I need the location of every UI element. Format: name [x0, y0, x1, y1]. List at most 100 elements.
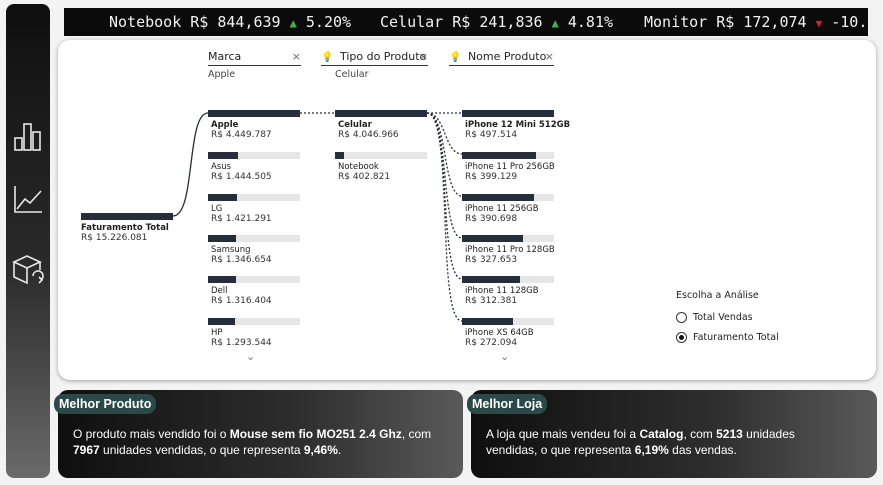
node-value: R$ 312.381 [465, 296, 518, 306]
best-store-card: Melhor Loja A loja que mais vendeu foi a… [467, 390, 877, 478]
tree-node-brand[interactable]: Samsung R$ 1.346.654 [208, 235, 300, 266]
bar-chart-icon[interactable] [11, 119, 45, 153]
package-return-icon[interactable] [11, 252, 45, 286]
level-title[interactable]: 💡 Nome Produto × [449, 50, 554, 66]
node-value: R$ 399.129 [465, 172, 518, 182]
level-header-marca: Marca × Apple [208, 50, 301, 80]
node-bar-fill [462, 235, 523, 242]
connector-dotted [426, 112, 463, 322]
expand-more-icon[interactable]: ⌄ [500, 350, 509, 363]
tree-node-brand[interactable]: Dell R$ 1.316.404 [208, 276, 300, 307]
node-label: Faturamento Total [81, 223, 169, 233]
node-label: Notebook [338, 162, 379, 172]
level-header-nome: 💡 Nome Produto × [449, 50, 554, 66]
ticker-change: 4.81% [567, 13, 614, 31]
node-bar-fill [208, 152, 239, 159]
level-title[interactable]: 💡 Tipo do Produto × [321, 50, 428, 66]
node-bar [462, 276, 554, 283]
level-title[interactable]: Marca × [208, 50, 301, 66]
node-label: iPhone XS 64GB [465, 328, 534, 338]
tree-node-product[interactable]: iPhone 11 Pro 256GB R$ 399.129 [462, 152, 555, 183]
node-value: R$ 402.821 [338, 172, 391, 182]
node-value: R$ 4.449.787 [211, 130, 272, 140]
best-product-card: Melhor Produto O produto mais vendido fo… [54, 390, 463, 478]
connector-solid [172, 112, 209, 217]
units-value: 7967 [73, 443, 100, 457]
connector-dotted [426, 112, 463, 239]
radio-button[interactable] [676, 311, 687, 323]
text-span: das vendas. [668, 443, 737, 457]
node-bar [208, 110, 300, 117]
tree-node-brand[interactable]: LG R$ 1.421.291 [208, 194, 300, 225]
radio-option-total-vendas[interactable]: Total Vendas [676, 307, 779, 327]
card-pill-title: Melhor Produto [54, 394, 157, 414]
node-bar-fill [208, 235, 236, 242]
radio-label: Faturamento Total [693, 331, 779, 343]
tree-node-brand[interactable]: Apple R$ 4.449.787 [208, 110, 300, 141]
node-value: R$ 1.444.505 [211, 172, 272, 182]
percent-value: 9,46% [303, 443, 338, 457]
close-icon[interactable]: × [292, 50, 301, 64]
text-span: , com [683, 427, 717, 441]
tree-node-type[interactable]: Notebook R$ 402.821 [335, 152, 427, 183]
node-bar [462, 318, 554, 325]
line-chart-icon[interactable] [11, 182, 45, 216]
close-icon[interactable]: × [419, 50, 428, 64]
analysis-title: Escolha a Análise [676, 290, 759, 301]
node-bar-fill [462, 110, 554, 117]
node-bar-fill [462, 276, 520, 283]
node-bar-fill [335, 110, 427, 117]
decomposition-tree: Marca × Apple 💡 Tipo do Produto × Celula… [58, 40, 876, 380]
tree-node-product[interactable]: iPhone 12 Mini 512GB R$ 497.514 [462, 110, 570, 141]
text-span: A loja que mais vendeu foi a [486, 427, 640, 441]
text-span: . [337, 443, 342, 457]
node-bar [462, 194, 554, 201]
node-bar-fill [462, 152, 536, 159]
tree-node-product[interactable]: iPhone 11 256GB R$ 390.698 [462, 194, 554, 225]
ticker-value: R$ 172,074 [716, 13, 807, 31]
tree-node-brand[interactable]: HP R$ 1.293.544 [208, 318, 300, 349]
lightbulb-icon: 💡 [449, 52, 462, 63]
node-bar-fill [208, 318, 235, 325]
radio-label: Total Vendas [693, 311, 753, 323]
text-span: unidades [742, 427, 795, 441]
text-span: , com [401, 427, 432, 441]
tree-node-product[interactable]: iPhone 11 128GB R$ 312.381 [462, 276, 554, 307]
product-name: Mouse sem fio MO251 2.4 Ghz [229, 427, 402, 441]
percent-value: 6,19% [634, 443, 669, 457]
trend-up-icon: ▲ [289, 16, 297, 30]
node-bar-fill [462, 318, 513, 325]
level-header-tipo: 💡 Tipo do Produto × Celular [321, 50, 428, 80]
node-value: R$ 4.046.966 [338, 130, 399, 140]
node-value: R$ 1.346.654 [211, 255, 272, 265]
radio-button[interactable] [676, 331, 687, 343]
radio-option-faturamento-total[interactable]: Faturamento Total [676, 327, 779, 347]
node-bar-fill [208, 110, 300, 117]
node-bar [81, 213, 173, 220]
report-canvas: Notebook R$ 844,639 ▲ 5.20% Celular R$ 2… [0, 0, 883, 485]
tree-node-product[interactable]: iPhone 11 Pro 128GB R$ 327.653 [462, 235, 555, 266]
connector-dotted [426, 112, 463, 197]
card-pill-title: Melhor Loja [467, 394, 548, 414]
expand-more-icon[interactable]: ⌄ [246, 350, 255, 363]
node-value: R$ 15.226.081 [81, 233, 148, 243]
tree-node-brand[interactable]: Asus R$ 1.444.505 [208, 152, 300, 183]
close-icon[interactable]: × [545, 50, 554, 64]
node-value: R$ 497.514 [465, 130, 518, 140]
connector-dotted [426, 112, 463, 155]
tree-node-product[interactable]: iPhone XS 64GB R$ 272.094 [462, 318, 554, 349]
level-title-text: Marca [208, 50, 242, 63]
node-value: R$ 1.293.544 [211, 338, 272, 348]
node-value: R$ 1.421.291 [211, 214, 272, 224]
node-bar [335, 110, 427, 117]
analysis-selector: Escolha a Análise Total Vendas Faturamen… [676, 290, 779, 347]
ticker-item: Celular R$ 241,836 ▲ 4.81% [380, 8, 613, 36]
lightbulb-icon: 💡 [321, 52, 334, 63]
ticker-label: Celular [380, 13, 444, 31]
tree-node-root[interactable]: Faturamento Total R$ 15.226.081 [81, 213, 173, 244]
tree-node-type[interactable]: Celular R$ 4.046.966 [335, 110, 427, 141]
ticker-change: 5.20% [305, 13, 352, 31]
text-span: vendidas, o que representa [486, 443, 635, 457]
ticker-value: R$ 241,836 [452, 13, 543, 31]
text-span: unidades vendidas, o que representa [99, 443, 304, 457]
